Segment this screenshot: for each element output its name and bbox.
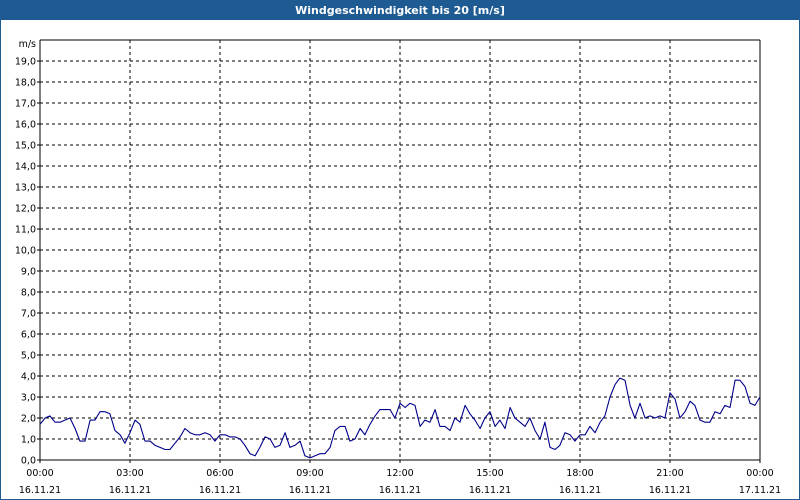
x-tick-time: 21:00 bbox=[656, 468, 683, 479]
y-tick-label: 2,0 bbox=[21, 414, 36, 425]
y-axis-label: m/s bbox=[19, 39, 36, 50]
y-tick-label: 11,0 bbox=[15, 225, 36, 236]
x-tick-time: 00:00 bbox=[746, 468, 773, 479]
y-tick-label: 8,0 bbox=[21, 288, 36, 299]
x-tick-date: 16.11.21 bbox=[289, 485, 331, 496]
x-tick-date: 17.11.21 bbox=[739, 485, 781, 496]
y-tick-label: 5,0 bbox=[21, 351, 36, 362]
x-tick-time: 12:00 bbox=[386, 468, 413, 479]
y-tick-label: 9,0 bbox=[21, 267, 36, 278]
y-tick-label: 3,0 bbox=[21, 393, 36, 404]
x-tick-labels: 00:00 16.11.21 03:00 16.11.21 06:00 16.11.21 0… bbox=[19, 460, 781, 496]
x-tick-date: 16.11.21 bbox=[109, 485, 151, 496]
y-tick-label: 15,0 bbox=[15, 141, 36, 152]
y-tick-label: 7,0 bbox=[21, 309, 36, 320]
x-tick-time: 15:00 bbox=[476, 468, 503, 479]
y-tick-label: 4,0 bbox=[21, 372, 36, 383]
line-chart: 0,0 1,0 2,0 3,0 4,0 5,0 6,0 7,0 8,0 9,0 10,0 11,0 12… bbox=[15, 39, 781, 496]
x-tick-date: 16.11.21 bbox=[199, 485, 241, 496]
x-tick-time: 03:00 bbox=[116, 468, 143, 479]
y-tick-label: 19,0 bbox=[15, 57, 36, 68]
y-tick-label: 12,0 bbox=[15, 204, 36, 215]
y-tick-label: 18,0 bbox=[15, 78, 36, 89]
grid-lines bbox=[40, 40, 760, 460]
x-tick-date: 16.11.21 bbox=[649, 485, 691, 496]
x-tick-date: 16.11.21 bbox=[469, 485, 511, 496]
x-tick-time: 00:00 bbox=[26, 468, 53, 479]
y-tick-label: 6,0 bbox=[21, 330, 36, 341]
x-tick-date: 16.11.21 bbox=[379, 485, 421, 496]
x-tick-time: 06:00 bbox=[206, 468, 233, 479]
y-tick-labels: 0,0 1,0 2,0 3,0 4,0 5,0 6,0 7,0 8,0 9,0 10,0 11,0 12… bbox=[15, 57, 40, 467]
y-tick-label: 13,0 bbox=[15, 183, 36, 194]
x-tick-date: 16.11.21 bbox=[19, 485, 61, 496]
y-tick-label: 0,0 bbox=[21, 456, 36, 467]
y-tick-label: 1,0 bbox=[21, 435, 36, 446]
y-tick-label: 16,0 bbox=[15, 120, 36, 131]
y-tick-label: 17,0 bbox=[15, 99, 36, 110]
y-tick-label: 10,0 bbox=[15, 246, 36, 257]
x-tick-time: 09:00 bbox=[296, 468, 323, 479]
y-tick-label: 14,0 bbox=[15, 162, 36, 173]
x-tick-date: 16.11.21 bbox=[559, 485, 601, 496]
x-tick-time: 18:00 bbox=[566, 468, 593, 479]
